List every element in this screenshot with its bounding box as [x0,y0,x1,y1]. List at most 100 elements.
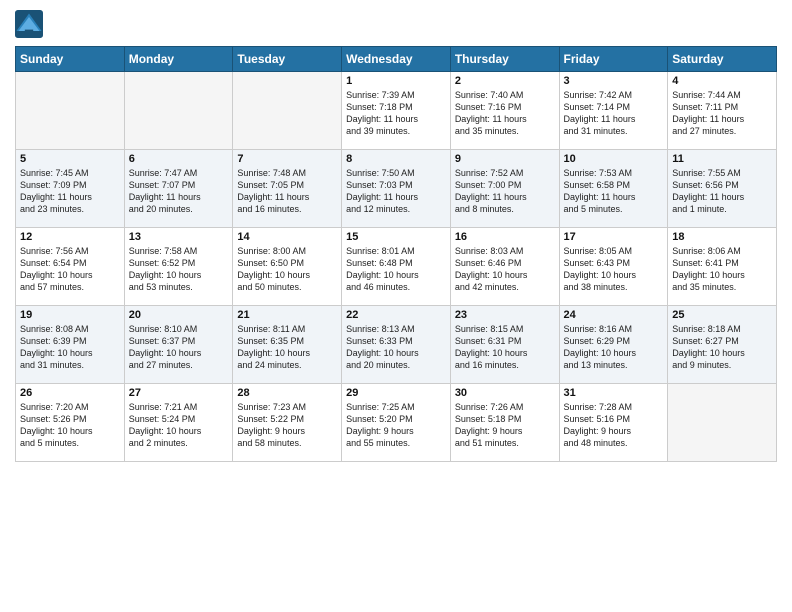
calendar-cell: 4 Sunrise: 7:44 AM Sunset: 7:11 PM Daylig… [668,72,777,150]
logo-icon [15,10,43,38]
day-info: Sunrise: 7:23 AM Sunset: 5:22 PM Dayligh… [237,401,337,450]
day-number: 14 [237,231,337,243]
weekday-header-thursday: Thursday [450,47,559,72]
day-number: 17 [564,231,664,243]
day-number: 20 [129,309,229,321]
day-info: Sunrise: 7:21 AM Sunset: 5:24 PM Dayligh… [129,401,229,450]
calendar-cell: 3 Sunrise: 7:42 AM Sunset: 7:14 PM Daylig… [559,72,668,150]
calendar-week-row: 19 Sunrise: 8:08 AM Sunset: 6:39 PM Dayli… [16,306,777,384]
day-number: 13 [129,231,229,243]
calendar-cell: 8 Sunrise: 7:50 AM Sunset: 7:03 PM Daylig… [342,150,451,228]
day-info: Sunrise: 8:10 AM Sunset: 6:37 PM Dayligh… [129,323,229,372]
calendar-cell: 13Sunrise: 7:58 AM Sunset: 6:52 PM Dayli… [124,228,233,306]
day-number: 7 [237,153,337,165]
day-number: 29 [346,387,446,399]
page-container: SundayMondayTuesdayWednesdayThursdayFrid… [0,0,792,467]
calendar-cell: 30 Sunrise: 7:26 AM Sunset: 5:18 PM Dayli… [450,384,559,462]
calendar-cell: 19 Sunrise: 8:08 AM Sunset: 6:39 PM Dayli… [16,306,125,384]
calendar-cell: 22 Sunrise: 8:13 AM Sunset: 6:33 PM Dayli… [342,306,451,384]
day-info: Sunrise: 8:08 AM Sunset: 6:39 PM Dayligh… [20,323,120,372]
day-info: Sunrise: 8:13 AM Sunset: 6:33 PM Dayligh… [346,323,446,372]
day-number: 31 [564,387,664,399]
day-info: Sunrise: 7:55 AM Sunset: 6:56 PM Dayligh… [672,167,772,216]
day-number: 26 [20,387,120,399]
calendar-week-row: 5Sunrise: 7:45 AM Sunset: 7:09 PM Daylig… [16,150,777,228]
day-info: Sunrise: 8:03 AM Sunset: 6:46 PM Dayligh… [455,245,555,294]
weekday-header-friday: Friday [559,47,668,72]
calendar-week-row: 12 Sunrise: 7:56 AM Sunset: 6:54 PM Dayli… [16,228,777,306]
calendar-cell: 5Sunrise: 7:45 AM Sunset: 7:09 PM Daylig… [16,150,125,228]
calendar-cell: 17 Sunrise: 8:05 AM Sunset: 6:43 PM Dayli… [559,228,668,306]
day-info: Sunrise: 8:15 AM Sunset: 6:31 PM Dayligh… [455,323,555,372]
day-number: 25 [672,309,772,321]
day-info: Sunrise: 8:11 AM Sunset: 6:35 PM Dayligh… [237,323,337,372]
day-info: Sunrise: 7:25 AM Sunset: 5:20 PM Dayligh… [346,401,446,450]
calendar-cell [233,72,342,150]
day-info: Sunrise: 8:01 AM Sunset: 6:48 PM Dayligh… [346,245,446,294]
day-number: 4 [672,75,772,87]
day-number: 19 [20,309,120,321]
day-number: 9 [455,153,555,165]
weekday-header-row: SundayMondayTuesdayWednesdayThursdayFrid… [16,47,777,72]
day-info: Sunrise: 7:28 AM Sunset: 5:16 PM Dayligh… [564,401,664,450]
calendar-cell: 7Sunrise: 7:48 AM Sunset: 7:05 PM Daylig… [233,150,342,228]
calendar-cell: 21 Sunrise: 8:11 AM Sunset: 6:35 PM Dayli… [233,306,342,384]
calendar-week-row: 1 Sunrise: 7:39 AM Sunset: 7:18 PM Daylig… [16,72,777,150]
calendar-week-row: 26 Sunrise: 7:20 AM Sunset: 5:26 PM Dayli… [16,384,777,462]
day-info: Sunrise: 7:39 AM Sunset: 7:18 PM Dayligh… [346,89,446,138]
calendar-cell: 27 Sunrise: 7:21 AM Sunset: 5:24 PM Dayli… [124,384,233,462]
calendar-cell [16,72,125,150]
day-number: 5 [20,153,120,165]
day-number: 11 [672,153,772,165]
calendar-cell: 15 Sunrise: 8:01 AM Sunset: 6:48 PM Dayli… [342,228,451,306]
day-info: Sunrise: 7:40 AM Sunset: 7:16 PM Dayligh… [455,89,555,138]
day-number: 3 [564,75,664,87]
weekday-header-wednesday: Wednesday [342,47,451,72]
header [15,10,777,38]
day-info: Sunrise: 8:00 AM Sunset: 6:50 PM Dayligh… [237,245,337,294]
day-number: 15 [346,231,446,243]
day-info: Sunrise: 7:44 AM Sunset: 7:11 PM Dayligh… [672,89,772,138]
calendar-cell: 18Sunrise: 8:06 AM Sunset: 6:41 PM Dayli… [668,228,777,306]
day-number: 21 [237,309,337,321]
weekday-header-sunday: Sunday [16,47,125,72]
day-number: 30 [455,387,555,399]
weekday-header-saturday: Saturday [668,47,777,72]
day-info: Sunrise: 7:26 AM Sunset: 5:18 PM Dayligh… [455,401,555,450]
day-number: 24 [564,309,664,321]
day-number: 27 [129,387,229,399]
day-info: Sunrise: 7:56 AM Sunset: 6:54 PM Dayligh… [20,245,120,294]
day-number: 1 [346,75,446,87]
calendar-cell: 12 Sunrise: 7:56 AM Sunset: 6:54 PM Dayli… [16,228,125,306]
calendar-cell: 29 Sunrise: 7:25 AM Sunset: 5:20 PM Dayli… [342,384,451,462]
calendar-cell: 28 Sunrise: 7:23 AM Sunset: 5:22 PM Dayli… [233,384,342,462]
day-number: 18 [672,231,772,243]
calendar-cell: 26 Sunrise: 7:20 AM Sunset: 5:26 PM Dayli… [16,384,125,462]
calendar-cell: 24Sunrise: 8:16 AM Sunset: 6:29 PM Dayli… [559,306,668,384]
day-info: Sunrise: 8:05 AM Sunset: 6:43 PM Dayligh… [564,245,664,294]
day-number: 10 [564,153,664,165]
calendar-cell: 6 Sunrise: 7:47 AM Sunset: 7:07 PM Daylig… [124,150,233,228]
calendar-cell: 10 Sunrise: 7:53 AM Sunset: 6:58 PM Dayli… [559,150,668,228]
day-number: 22 [346,309,446,321]
calendar-cell: 2Sunrise: 7:40 AM Sunset: 7:16 PM Daylig… [450,72,559,150]
calendar-cell: 25Sunrise: 8:18 AM Sunset: 6:27 PM Dayli… [668,306,777,384]
calendar-cell: 14 Sunrise: 8:00 AM Sunset: 6:50 PM Dayli… [233,228,342,306]
calendar-cell: 20 Sunrise: 8:10 AM Sunset: 6:37 PM Dayli… [124,306,233,384]
weekday-header-monday: Monday [124,47,233,72]
calendar-cell: 9 Sunrise: 7:52 AM Sunset: 7:00 PM Daylig… [450,150,559,228]
day-info: Sunrise: 7:20 AM Sunset: 5:26 PM Dayligh… [20,401,120,450]
day-number: 8 [346,153,446,165]
day-info: Sunrise: 7:50 AM Sunset: 7:03 PM Dayligh… [346,167,446,216]
day-info: Sunrise: 7:52 AM Sunset: 7:00 PM Dayligh… [455,167,555,216]
day-number: 16 [455,231,555,243]
day-number: 12 [20,231,120,243]
calendar-cell [124,72,233,150]
logo [15,10,46,38]
day-number: 6 [129,153,229,165]
day-number: 28 [237,387,337,399]
calendar-cell: 11 Sunrise: 7:55 AM Sunset: 6:56 PM Dayli… [668,150,777,228]
day-info: Sunrise: 7:53 AM Sunset: 6:58 PM Dayligh… [564,167,664,216]
day-info: Sunrise: 7:42 AM Sunset: 7:14 PM Dayligh… [564,89,664,138]
day-info: Sunrise: 7:47 AM Sunset: 7:07 PM Dayligh… [129,167,229,216]
